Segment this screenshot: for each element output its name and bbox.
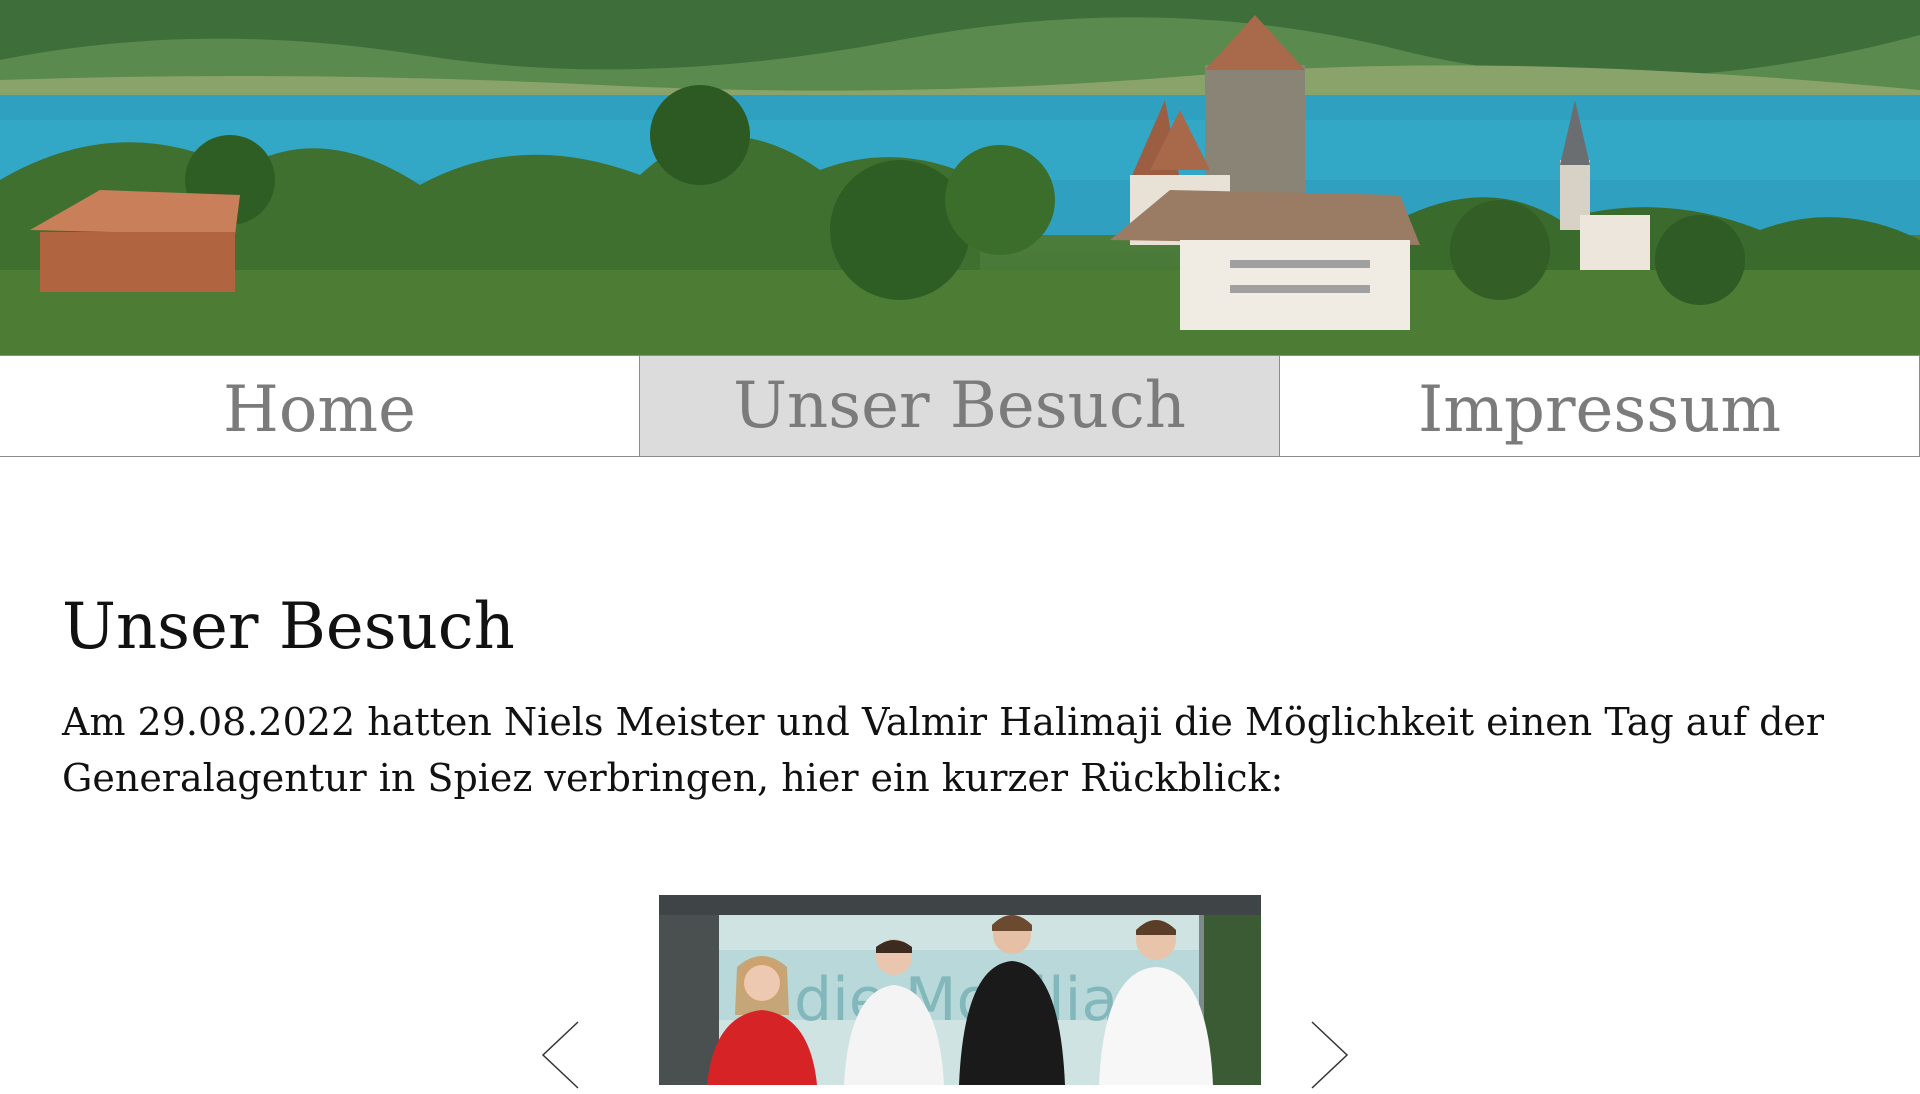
nav-item-home[interactable]: Home (0, 356, 640, 456)
photo-slideshow: die Mobiliar (540, 895, 1380, 1089)
nav-item-unser-besuch[interactable]: Unser Besuch (640, 356, 1280, 456)
hero-banner (0, 0, 1920, 355)
nav-item-impressum[interactable]: Impressum (1280, 356, 1920, 456)
main-navigation: Home Unser Besuch Impressum (0, 355, 1920, 457)
intro-paragraph: Am 29.08.2022 hatten Niels Meister und V… (62, 700, 1825, 800)
hero-landscape-image (0, 0, 1920, 355)
group-photo: die Mobiliar (659, 895, 1261, 1085)
page-title: Unser Besuch (62, 590, 515, 664)
